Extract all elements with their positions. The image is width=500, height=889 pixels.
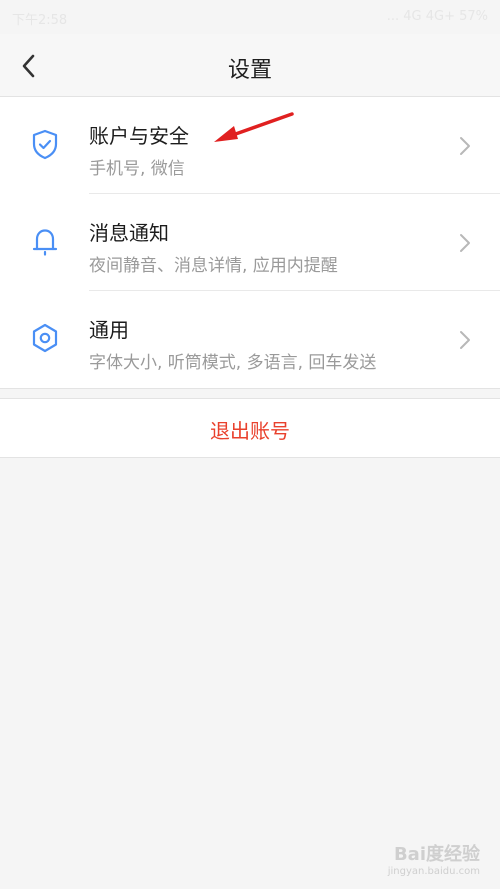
page-title: 设置 bbox=[227, 58, 272, 83]
settings-item-title: 通用 bbox=[89, 318, 129, 342]
watermark-logo: Bai度经验 bbox=[393, 844, 480, 865]
chevron-right-icon bbox=[460, 137, 470, 155]
chevron-right-icon bbox=[460, 331, 470, 349]
logout-button[interactable]: 退出账号 bbox=[0, 398, 500, 458]
settings-item-subtitle: 手机号, 微信 bbox=[89, 159, 185, 179]
settings-item-title: 消息通知 bbox=[89, 221, 169, 245]
settings-item-general[interactable]: 通用 字体大小, 听筒模式, 多语言, 回车发送 bbox=[0, 291, 500, 388]
status-bar: 下午2:58 ... 4G 4G+ 57% bbox=[0, 0, 500, 34]
watermark-url: jingyan.baidu.com bbox=[387, 866, 480, 877]
bell-icon bbox=[32, 229, 58, 256]
annotation-arrow-icon bbox=[214, 112, 294, 142]
settings-item-notifications[interactable]: 消息通知 夜间静音、消息详情, 应用内提醒 bbox=[0, 194, 500, 291]
chevron-right-icon bbox=[460, 234, 470, 252]
status-time: 下午2:58 bbox=[12, 13, 68, 28]
logout-label: 退出账号 bbox=[210, 419, 290, 443]
gear-icon bbox=[32, 323, 58, 353]
settings-item-subtitle: 字体大小, 听筒模式, 多语言, 回车发送 bbox=[89, 353, 377, 373]
watermark: Bai度经验 jingyan.baidu.com bbox=[388, 840, 480, 877]
settings-item-subtitle: 夜间静音、消息详情, 应用内提醒 bbox=[89, 256, 338, 276]
settings-item-title: 账户与安全 bbox=[89, 124, 189, 148]
shield-check-icon bbox=[32, 129, 58, 160]
status-indicators: ... 4G 4G+ 57% bbox=[386, 9, 488, 24]
nav-bar: 设置 bbox=[0, 34, 500, 97]
